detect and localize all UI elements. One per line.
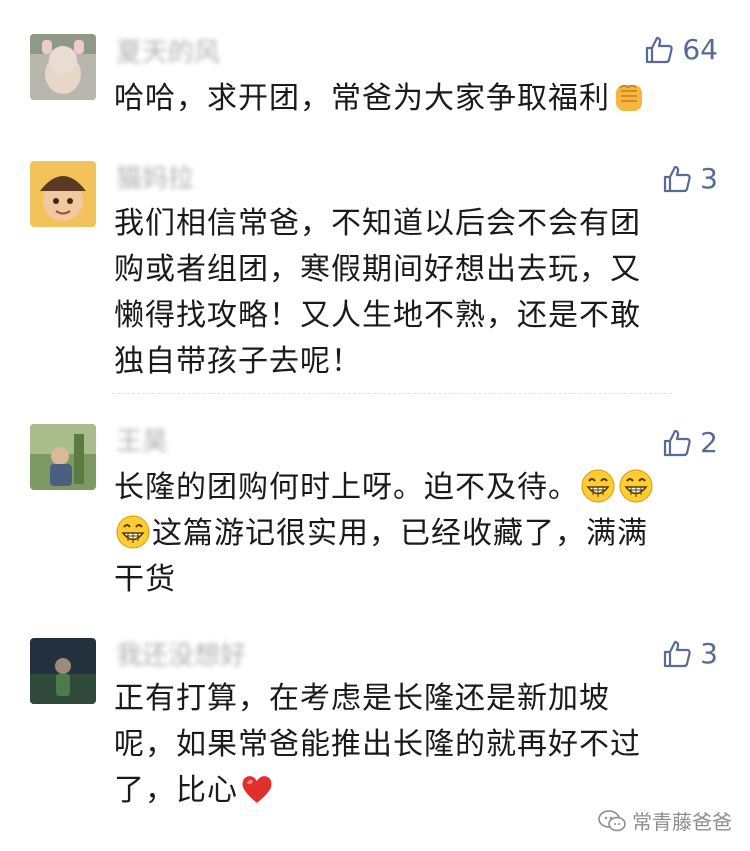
avatar-image	[30, 161, 96, 227]
like-button[interactable]: 2	[662, 427, 718, 459]
thumbs-up-icon	[664, 429, 691, 457]
comment-text-line: 正有打算，在考虑是长隆还是新加坡	[114, 681, 610, 716]
fist-emoji	[616, 85, 642, 111]
like-count: 3	[700, 637, 718, 670]
comment-text-segment: 了，比心	[114, 773, 238, 808]
comment-text-line: 这篇游记很实用，已经收藏了，满满	[114, 511, 714, 557]
username[interactable]: 夏天的风	[116, 38, 220, 68]
avatar[interactable]	[30, 638, 96, 704]
comment-text-line: 独自带孩子去呢！	[114, 344, 362, 379]
wechat-icon	[598, 809, 626, 831]
comment-text-line: 呢，如果常爸能推出长隆的就再好不过	[114, 727, 641, 762]
like-count: 3	[700, 162, 718, 195]
comment-text: 长隆的团购何时上呀。迫不及待。 这篇游记很实用，已经收藏了，满满 干货	[114, 465, 714, 603]
avatar-image	[30, 424, 96, 490]
comment-text: 正有打算，在考虑是长隆还是新加坡 呢，如果常爸能推出长隆的就再好不过 了，比心	[114, 676, 714, 814]
comment-text-segment: 这篇游记很实用，已经收藏了，满满	[152, 516, 648, 551]
watermark-text: 常青藤爸爸	[632, 810, 732, 834]
avatar-image	[30, 638, 96, 704]
comment-text: 哈哈，求开团，常爸为大家争取福利	[114, 76, 714, 122]
grin-emoji	[581, 469, 615, 503]
like-count: 64	[682, 33, 718, 66]
like-count: 2	[700, 426, 718, 459]
avatar-image	[30, 34, 96, 100]
grin-emoji	[619, 469, 653, 503]
comment-text-line: 哈哈，求开团，常爸为大家争取福利	[114, 81, 610, 116]
comment-list: 夏天的风 64 哈哈，求开团，常爸为大家争取福利 猫妈拉 3 我们相信常爸，不知…	[0, 0, 750, 851]
comment-text-line: 我们相信常爸，不知道以后会不会有团	[114, 206, 641, 241]
like-button[interactable]: 3	[662, 638, 718, 670]
avatar[interactable]	[30, 161, 96, 227]
comment-text-segment: 长隆的团购何时上呀。迫不及待。	[114, 470, 579, 505]
thumbs-up-icon	[664, 165, 691, 193]
username[interactable]: 我还没想好	[116, 641, 246, 671]
comment-text-line: 干货	[114, 562, 176, 597]
thumbs-up-icon	[664, 640, 691, 668]
watermark: 常青藤爸爸	[598, 806, 732, 835]
username[interactable]: 猫妈拉	[116, 164, 194, 194]
comment-text-line: 懒得找攻略！又人生地不熟，还是不敢	[114, 298, 641, 333]
like-button[interactable]: 3	[662, 163, 718, 195]
grin-emoji	[116, 515, 150, 549]
avatar[interactable]	[30, 424, 96, 490]
comment-text: 我们相信常爸，不知道以后会不会有团 购或者组团，寒假期间好想出去玩，又 懒得找攻…	[114, 201, 714, 385]
comment-text-line: 长隆的团购何时上呀。迫不及待。	[114, 465, 714, 511]
comment-text-line: 购或者组团，寒假期间好想出去玩，又	[114, 252, 641, 287]
thumbs-up-icon	[646, 36, 674, 64]
avatar[interactable]	[30, 34, 96, 100]
username[interactable]: 王昊	[116, 427, 168, 457]
red-heart-emoji	[242, 776, 272, 803]
divider	[112, 393, 672, 394]
like-button[interactable]: 64	[644, 34, 718, 66]
